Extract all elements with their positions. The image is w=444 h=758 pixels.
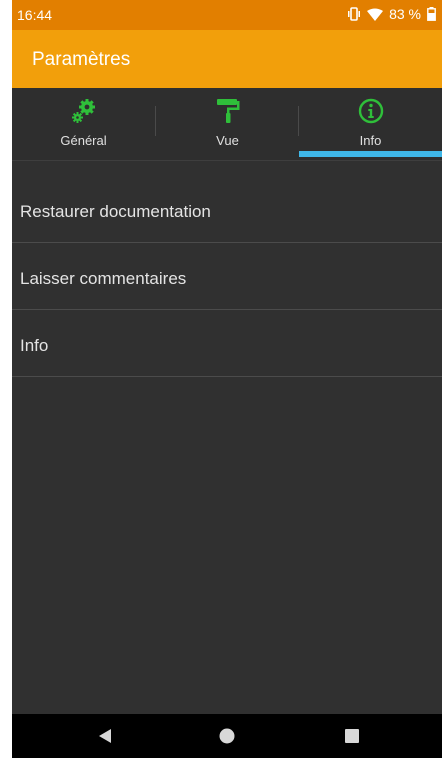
tab-info-label: Info — [359, 133, 382, 148]
status-icons: 83 % — [347, 6, 436, 22]
back-icon[interactable] — [94, 726, 118, 746]
list-item-label: Info — [20, 336, 49, 355]
status-bar: 16:44 83 % — [12, 0, 442, 30]
list-item-leave-feedback[interactable]: Laisser commentaires — [12, 243, 442, 310]
recents-icon[interactable] — [340, 726, 364, 746]
tab-general[interactable]: Général — [12, 88, 155, 160]
status-time: 16:44 — [17, 7, 53, 23]
navigation-bar — [12, 714, 442, 758]
paint-roller-icon — [216, 99, 239, 123]
settings-list: Restaurer documentation Laisser commenta… — [12, 176, 442, 377]
gears-icon — [71, 99, 95, 123]
app-bar: Paramètres — [12, 30, 442, 88]
list-item-label: Restaurer documentation — [20, 202, 211, 221]
tab-bar: Général Vue Info — [12, 88, 442, 161]
battery-icon — [427, 7, 436, 21]
wifi-icon — [367, 8, 384, 21]
page-title: Paramètres — [32, 49, 131, 70]
list-item-restore-documentation[interactable]: Restaurer documentation — [12, 176, 442, 243]
home-icon[interactable] — [215, 726, 239, 746]
tab-vue-label: Vue — [216, 133, 239, 148]
tab-info[interactable]: Info — [299, 88, 442, 160]
battery-percentage: 83 % — [389, 6, 421, 22]
list-item-label: Laisser commentaires — [20, 269, 187, 288]
phone-screen: 16:44 83 % Paramètres Général Vue Info R… — [12, 0, 442, 758]
info-circle-icon — [358, 98, 383, 124]
list-item-info[interactable]: Info — [12, 310, 442, 377]
vibrate-icon — [348, 7, 361, 21]
tab-vue[interactable]: Vue — [156, 88, 299, 160]
tab-general-label: Général — [60, 133, 107, 148]
selected-tab-indicator — [299, 151, 442, 157]
